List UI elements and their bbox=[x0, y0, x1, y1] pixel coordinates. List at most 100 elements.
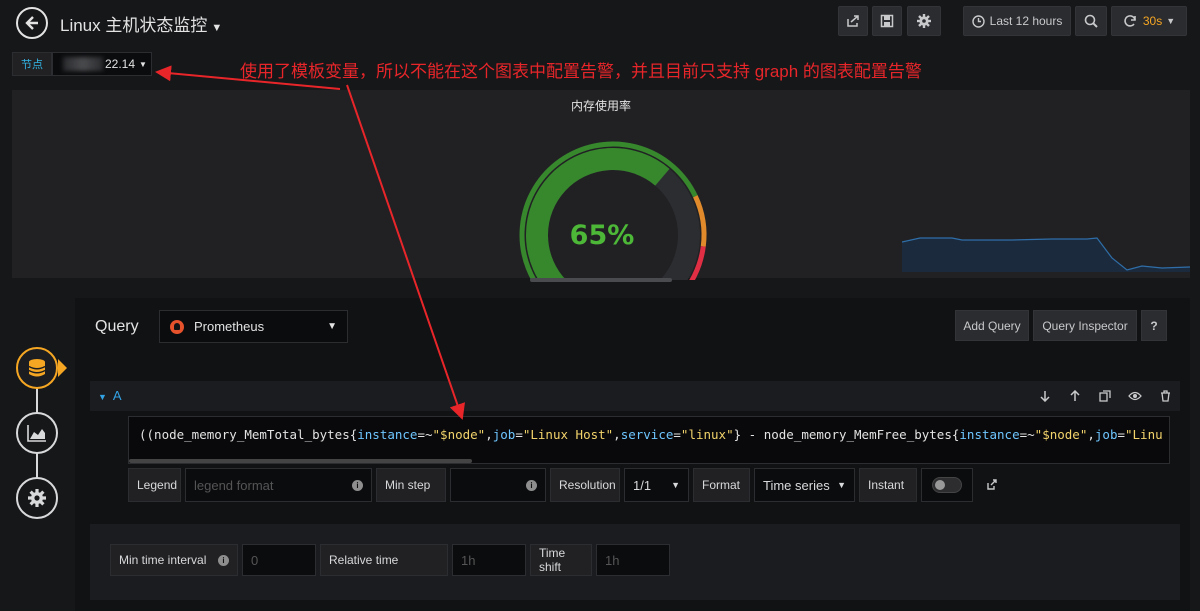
caret-down-icon: ▼ bbox=[837, 480, 846, 490]
caret-down-icon: ▼ bbox=[139, 59, 147, 69]
annotation-text: 使用了模板变量，所以不能在这个图表中配置告警，并且目前只支持 graph 的图表… bbox=[240, 62, 922, 81]
arrow-up-icon bbox=[1070, 390, 1080, 401]
variable-label: 节点 bbox=[12, 52, 52, 76]
share-button[interactable] bbox=[838, 6, 868, 36]
query-time-options: Min time interval i Relative time Time s… bbox=[90, 524, 1180, 600]
area-chart-icon bbox=[27, 425, 46, 442]
eye-icon bbox=[1128, 391, 1142, 401]
refresh-interval-label: 30s bbox=[1142, 14, 1163, 28]
relative-time-input[interactable] bbox=[461, 552, 517, 568]
zoom-out-button[interactable] bbox=[1075, 6, 1107, 36]
datasource-name: Prometheus bbox=[194, 319, 265, 334]
gear-icon bbox=[28, 489, 46, 507]
panel-preview: 内存使用率 65% bbox=[12, 90, 1190, 280]
gauge-chart bbox=[519, 141, 707, 280]
dashboard-title-dropdown[interactable]: Linux 主机状态监控 ▼ bbox=[60, 11, 222, 36]
dashboard-settings-button[interactable] bbox=[907, 6, 941, 36]
help-button[interactable]: ? bbox=[1141, 310, 1167, 341]
dashboard-navbar: Linux 主机状态监控 ▼ Last 12 hours 30s ▼ bbox=[0, 0, 1200, 44]
share-icon bbox=[847, 15, 859, 27]
queries-tab[interactable] bbox=[16, 347, 58, 389]
min-step-label: Min step bbox=[376, 468, 446, 502]
gear-icon bbox=[917, 14, 931, 28]
external-link-icon bbox=[987, 479, 997, 490]
sparkline bbox=[902, 237, 1190, 272]
format-select[interactable]: Time series ▼ bbox=[754, 468, 855, 502]
variable-value: 22.14 bbox=[105, 57, 136, 71]
query-inspector-button[interactable]: Query Inspector bbox=[1033, 310, 1137, 341]
instant-label: Instant bbox=[859, 468, 917, 502]
resolution-value: 1/1 bbox=[633, 477, 652, 493]
variable-node-dropdown[interactable]: 22.14 ▼ bbox=[52, 52, 152, 76]
time-shift-input[interactable] bbox=[605, 552, 661, 568]
add-query-button[interactable]: Add Query bbox=[955, 310, 1029, 341]
query-row-actions bbox=[1030, 381, 1180, 411]
min-time-interval-text: Min time interval bbox=[119, 553, 207, 567]
time-range-picker[interactable]: Last 12 hours bbox=[963, 6, 1071, 36]
promql-expression-editor[interactable]: ((node_memory_MemTotal_bytes{instance=~"… bbox=[128, 416, 1170, 464]
query-editor: Query Prometheus ▼ Add Query Query Inspe… bbox=[75, 298, 1190, 611]
toggle-query-visibility-button[interactable] bbox=[1120, 381, 1150, 411]
relative-time-label: Relative time bbox=[320, 544, 448, 576]
duplicate-query-button[interactable] bbox=[1090, 381, 1120, 411]
datasource-picker[interactable]: Prometheus ▼ bbox=[159, 310, 348, 343]
save-dashboard-button[interactable] bbox=[872, 6, 902, 36]
format-value: Time series bbox=[763, 477, 830, 493]
back-arrow-icon bbox=[25, 16, 38, 30]
min-step-field[interactable]: i bbox=[450, 468, 546, 502]
instant-toggle[interactable] bbox=[932, 477, 962, 493]
query-ref-id: A bbox=[112, 388, 122, 403]
legend-format-field[interactable]: i bbox=[185, 468, 372, 502]
clock-icon bbox=[971, 14, 985, 28]
caret-down-icon: ▼ bbox=[327, 321, 337, 332]
instant-toggle-field[interactable] bbox=[921, 468, 973, 502]
zoom-out-icon bbox=[1084, 14, 1098, 28]
caret-down-icon: ▼ bbox=[1166, 16, 1176, 26]
relative-time-field[interactable] bbox=[452, 544, 526, 576]
info-icon: i bbox=[218, 554, 229, 566]
save-icon bbox=[880, 14, 894, 28]
back-button[interactable] bbox=[16, 7, 48, 39]
query-link-button[interactable] bbox=[977, 468, 1007, 502]
time-shift-label: Time shift bbox=[530, 544, 592, 576]
resolution-label: Resolution bbox=[550, 468, 620, 502]
caret-down-icon: ▼ bbox=[211, 22, 223, 34]
caret-down-icon: ▼ bbox=[98, 392, 107, 402]
active-tab-pointer bbox=[58, 359, 67, 377]
time-range-label: Last 12 hours bbox=[989, 14, 1063, 28]
resolution-select[interactable]: 1/1 ▼ bbox=[624, 468, 689, 502]
redacted-blur bbox=[63, 57, 103, 71]
move-down-button[interactable] bbox=[1030, 381, 1060, 411]
dashboard-title: Linux 主机状态监控 bbox=[60, 16, 208, 35]
time-shift-field[interactable] bbox=[596, 544, 670, 576]
refresh-picker[interactable]: 30s ▼ bbox=[1111, 6, 1187, 36]
legend-format-input[interactable] bbox=[194, 477, 363, 493]
visualization-tab[interactable] bbox=[16, 412, 58, 454]
gauge-value-text: 65% bbox=[569, 220, 635, 251]
query-heading: Query bbox=[95, 318, 139, 335]
expression-scrollbar[interactable] bbox=[129, 459, 472, 463]
general-settings-tab[interactable] bbox=[16, 477, 58, 519]
min-time-interval-field[interactable] bbox=[242, 544, 316, 576]
info-icon: i bbox=[526, 479, 537, 491]
min-time-interval-label: Min time interval i bbox=[110, 544, 238, 576]
min-time-interval-input[interactable] bbox=[251, 552, 307, 568]
database-icon bbox=[28, 359, 46, 377]
format-label: Format bbox=[693, 468, 750, 502]
trash-icon bbox=[1160, 390, 1170, 402]
promql-expression: ((node_memory_MemTotal_bytes{instance=~"… bbox=[139, 427, 1163, 442]
refresh-icon bbox=[1124, 15, 1136, 27]
legend-label: Legend bbox=[128, 468, 181, 502]
prometheus-icon bbox=[170, 319, 184, 334]
arrow-down-icon bbox=[1040, 391, 1050, 402]
query-row-header: ▼ A bbox=[90, 381, 1180, 411]
query-ref-toggle[interactable]: ▼ A bbox=[98, 388, 122, 403]
panel-resize-handle[interactable] bbox=[530, 278, 672, 282]
caret-down-icon: ▼ bbox=[671, 480, 680, 490]
remove-query-button[interactable] bbox=[1150, 381, 1180, 411]
move-up-button[interactable] bbox=[1060, 381, 1090, 411]
copy-icon bbox=[1099, 390, 1111, 402]
panel-title: 内存使用率 bbox=[570, 99, 631, 113]
query-options-row: Legend i Min step i Resolution 1/1 ▼ For… bbox=[128, 468, 1170, 502]
info-icon: i bbox=[352, 479, 363, 491]
